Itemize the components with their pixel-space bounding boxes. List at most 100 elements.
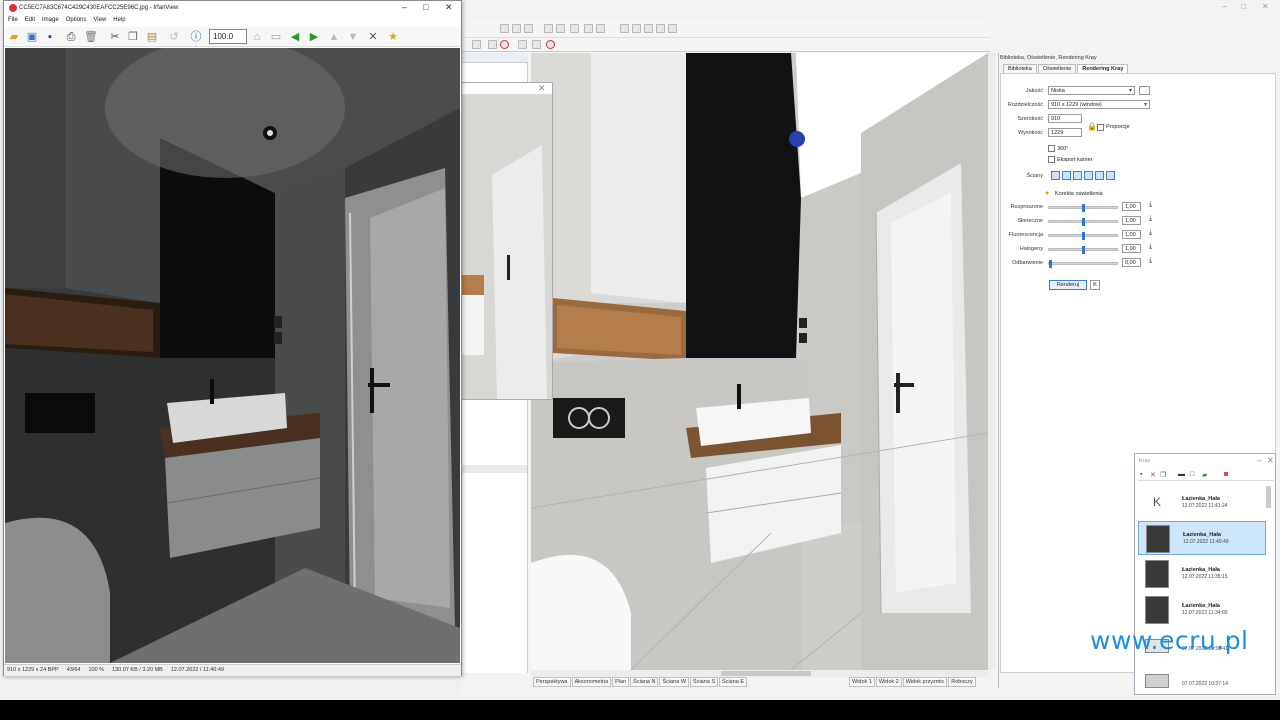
slider-knob[interactable] [1049, 260, 1052, 268]
tool-icon[interactable] [556, 24, 565, 33]
up-arrow-icon[interactable]: ▲ [327, 30, 341, 44]
tool-icon[interactable] [500, 24, 509, 33]
slider-knob[interactable] [1082, 232, 1085, 240]
slider-value-input[interactable]: 1,00 [1122, 230, 1141, 239]
tool-icon[interactable] [488, 40, 497, 49]
minimize-icon[interactable]: – [1257, 456, 1261, 465]
reset-icon[interactable]: ⤓ [1149, 257, 1152, 265]
close-icon[interactable]: ✕ [538, 83, 546, 94]
secondary-render-window[interactable]: ✕ [461, 82, 553, 400]
tool-icon[interactable] [570, 24, 579, 33]
quality-select[interactable]: Niska [1048, 86, 1135, 95]
menu-options[interactable]: Options [66, 17, 87, 23]
zoom-input[interactable]: 100.0 [209, 29, 247, 44]
tool-icon[interactable] [518, 40, 527, 49]
wall-toggle-button[interactable] [1051, 171, 1060, 180]
tab-view-3[interactable]: Widok przyzmic [902, 677, 948, 687]
settings-icon[interactable]: ✕ [366, 30, 380, 44]
left-panel-row[interactable] [461, 465, 527, 473]
star-icon[interactable]: ★ [386, 30, 400, 44]
slider-value-input[interactable]: 0,00 [1122, 258, 1141, 267]
tool-icon[interactable] [500, 40, 509, 49]
reset-icon[interactable]: ⤓ [1149, 243, 1152, 251]
tab-view-2[interactable]: Widok 2 [875, 677, 902, 687]
menu-help[interactable]: Help [113, 17, 125, 23]
tool-icon[interactable] [620, 24, 629, 33]
info-icon[interactable]: ⓘ [189, 30, 203, 44]
history-item[interactable]: K Łazienka_Hała 12.07.2022 11:41:24 [1138, 486, 1266, 520]
tool-icon[interactable] [644, 24, 653, 33]
save-icon[interactable]: ▪ [1140, 471, 1142, 478]
tool-icon[interactable] [524, 24, 533, 33]
minimize-button[interactable]: – [402, 2, 407, 12]
tab-working[interactable]: Roboczy [948, 677, 976, 687]
history-item[interactable]: Łazienka_Hała 12.07.2022 11:34:03 [1138, 593, 1266, 627]
quality-settings-button[interactable] [1139, 86, 1150, 95]
image-icon[interactable]: ▬ [1178, 471, 1185, 478]
fit-icon[interactable]: ⌂ [250, 30, 264, 44]
render-button[interactable]: Renderuj [1049, 280, 1087, 290]
tool-icon[interactable] [532, 40, 541, 49]
undo-icon[interactable]: ↺ [167, 30, 181, 44]
slider-value-input[interactable]: 1,00 [1122, 216, 1141, 225]
height-input[interactable]: 1229 [1048, 128, 1082, 137]
copy-icon[interactable]: ❐ [126, 30, 140, 44]
stop-icon[interactable]: ◙ [1224, 471, 1228, 478]
thumbnails-icon[interactable]: ▣ [25, 30, 39, 44]
tool-icon[interactable] [512, 24, 521, 33]
tab-wall-s[interactable]: Ściana S [690, 677, 719, 687]
open-folder-icon[interactable]: ▰ [7, 30, 21, 44]
tool-icon[interactable] [584, 24, 593, 33]
scrollbar-thumb[interactable] [721, 671, 811, 676]
close-icon[interactable]: ✕ [1267, 456, 1274, 465]
history-scrollbar[interactable] [1266, 486, 1271, 508]
delete-icon[interactable]: ✕ [1150, 471, 1156, 479]
slider-knob[interactable] [1082, 204, 1085, 212]
wall-toggle-button[interactable] [1095, 171, 1104, 180]
irfanview-titlebar[interactable]: CC5EC7A83C674C429C430EAFCC25E96C.jpg - I… [4, 1, 461, 16]
slider-knob[interactable] [1082, 218, 1085, 226]
tab-plan[interactable]: Plan [612, 677, 630, 687]
fullscreen-icon[interactable]: ▭ [269, 30, 283, 44]
copy-icon[interactable]: ❐ [1160, 471, 1166, 479]
fluorescence-slider[interactable] [1048, 232, 1118, 240]
paste-icon[interactable]: ▤ [145, 30, 159, 44]
menu-image[interactable]: Image [42, 17, 59, 23]
cut-icon[interactable]: ✂ [108, 30, 122, 44]
menu-edit[interactable]: Edit [25, 17, 35, 23]
reset-icon[interactable]: ⤓ [1149, 229, 1152, 237]
reset-icon[interactable]: ⤓ [1149, 201, 1152, 209]
width-input[interactable]: 910 [1048, 114, 1082, 123]
record-icon[interactable] [546, 40, 555, 49]
tab-wall-n[interactable]: Ściana N [630, 677, 659, 687]
tool-icon[interactable] [544, 24, 553, 33]
close-button[interactable]: ✕ [445, 2, 453, 13]
next-arrow-icon[interactable]: ▶ [307, 30, 321, 44]
wall-toggle-button[interactable] [1062, 171, 1071, 180]
360-checkbox[interactable] [1048, 145, 1055, 152]
maximize-button[interactable]: □ [423, 2, 428, 12]
tool-icon[interactable] [668, 24, 677, 33]
kray-logo-button[interactable]: K [1090, 280, 1100, 290]
previous-arrow-icon[interactable]: ◀ [288, 30, 302, 44]
app-maximize-button[interactable]: □ [1241, 2, 1246, 11]
history-item[interactable]: Łazienka_Hała 12.07.2022 11:35:15 [1138, 557, 1266, 591]
wall-toggle-button[interactable] [1073, 171, 1082, 180]
tab-view-1[interactable]: Widok 1 [849, 677, 875, 687]
discoloration-slider[interactable] [1048, 260, 1118, 268]
export-cameras-checkbox[interactable] [1048, 156, 1055, 163]
viewport-horizontal-scrollbar[interactable] [531, 670, 988, 677]
slider-knob[interactable] [1082, 246, 1085, 254]
tool-icon[interactable] [656, 24, 665, 33]
window-icon[interactable]: □ [1190, 471, 1194, 478]
history-item[interactable]: 07.07.2022 10:37:14 [1138, 664, 1266, 698]
resolution-select[interactable]: 910 x 1229 (window) [1048, 100, 1150, 109]
slider-value-input[interactable]: 1,00 [1122, 244, 1141, 253]
app-close-button[interactable]: ✕ [1262, 2, 1269, 11]
menu-file[interactable]: File [8, 17, 18, 23]
sun-slider[interactable] [1048, 218, 1118, 226]
history-item-selected[interactable]: Łazienka_Hała 12.07.2022 11:40:49 [1138, 521, 1266, 555]
reset-icon[interactable]: ⤓ [1149, 215, 1152, 223]
tool-icon[interactable] [632, 24, 641, 33]
folder-icon[interactable]: ▰ [1202, 471, 1207, 479]
